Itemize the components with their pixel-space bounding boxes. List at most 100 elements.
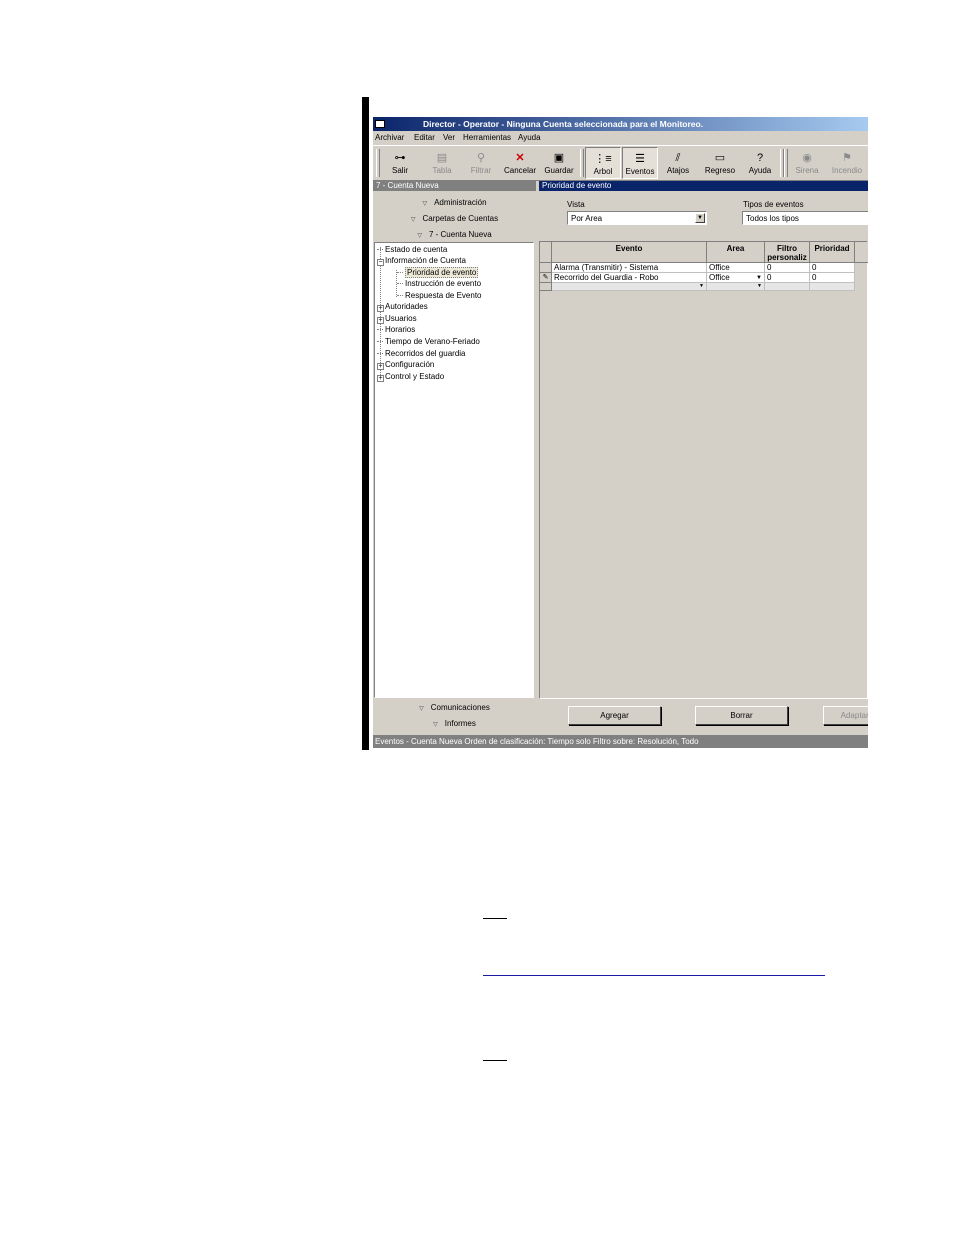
return-icon: ▭ xyxy=(714,152,726,164)
menu-bar: Archivar Editar Ver Herramientas Ayuda xyxy=(373,131,868,144)
chevron-down-icon: ▽ xyxy=(417,233,422,239)
tree-item-tiempo-de-verano-feriado[interactable]: Tiempo de Verano-Feriado xyxy=(377,337,480,346)
dropdown-arrow-icon[interactable]: ▼ xyxy=(756,273,762,282)
expand-icon[interactable]: + xyxy=(377,375,384,382)
chevron-down-icon: ▽ xyxy=(410,217,416,223)
event-types-label: Tipos de eventos xyxy=(743,200,804,209)
menu-ver[interactable]: Ver xyxy=(443,133,455,142)
cell-filtro-new[interactable] xyxy=(765,283,810,291)
add-button[interactable]: Agregar xyxy=(568,706,661,725)
cell-evento[interactable]: Alarma (Transmitir) - Sistema xyxy=(552,263,707,273)
tree-item-prioridad-de-evento[interactable]: Prioridad de evento xyxy=(397,267,479,278)
right-panel-header: Prioridad de evento xyxy=(539,181,868,191)
document-rule xyxy=(483,918,507,919)
help-icon: ? xyxy=(756,152,764,164)
toolbar-separator xyxy=(580,149,584,177)
tree-item-horarios[interactable]: Horarios xyxy=(377,325,415,334)
document-rule xyxy=(483,1060,507,1061)
dropdown-arrow-icon[interactable]: ▼ xyxy=(695,213,705,223)
cell-evento[interactable]: Recorrido del Guardia - Robo xyxy=(552,273,707,283)
cell-prioridad-new[interactable] xyxy=(810,283,855,291)
menu-ayuda[interactable]: Ayuda xyxy=(518,133,541,142)
collapse-icon[interactable]: − xyxy=(377,259,384,266)
column-header-area[interactable]: Area xyxy=(707,242,765,263)
adapt-button[interactable]: Adaptar p xyxy=(823,706,868,725)
row-selector[interactable] xyxy=(540,263,552,273)
row-selector[interactable] xyxy=(540,283,552,291)
column-header-prioridad[interactable]: Prioridad xyxy=(810,242,855,263)
shortcuts-icon: ⫽ xyxy=(675,152,681,164)
shortcuts-button[interactable]: ⫽ Atajos xyxy=(663,147,693,179)
dropdown-arrow-icon[interactable]: ▼ xyxy=(757,283,762,290)
cell-area[interactable]: Office ▼ xyxy=(707,273,765,283)
new-row[interactable]: ▼ ▼ xyxy=(540,283,868,291)
edit-pencil-icon[interactable]: ✎ xyxy=(540,273,552,283)
expand-icon[interactable]: + xyxy=(377,363,384,370)
page-change-bar xyxy=(362,97,369,750)
tree-item-control-y-estado[interactable]: + Control y Estado xyxy=(377,372,444,382)
toolbar-grip[interactable] xyxy=(376,149,380,177)
delete-button[interactable]: Borrar xyxy=(695,706,788,725)
tree-icon: ⋮≡ xyxy=(594,153,612,165)
column-header-filtro[interactable]: Filtro personaliz xyxy=(765,242,810,263)
fire-button[interactable]: ⚑ Incendio xyxy=(829,147,865,179)
chevron-down-icon: ▽ xyxy=(419,706,424,712)
cell-area[interactable]: Office xyxy=(707,263,765,273)
tree-item-configuracion[interactable]: + Configuración xyxy=(377,360,434,370)
nav-administracion[interactable]: ▽ Administración xyxy=(373,195,536,210)
menu-herramientas[interactable]: Herramientas xyxy=(463,133,511,142)
save-button[interactable]: ▣ Guardar xyxy=(542,147,576,179)
cell-filtro[interactable]: 0 xyxy=(765,273,810,283)
window-system-icon[interactable] xyxy=(375,120,385,128)
document-link-underline[interactable] xyxy=(483,975,825,976)
nav-comunicaciones[interactable]: ▽ Comunicaciones xyxy=(373,700,536,715)
tree-view-button[interactable]: ⋮≡ Arbol xyxy=(585,147,621,179)
status-bar: Eventos - Cuenta Nueva Orden de clasific… xyxy=(373,735,868,748)
expand-icon[interactable]: + xyxy=(377,305,384,312)
dropdown-arrow-icon[interactable]: ▼ xyxy=(699,283,704,290)
expand-icon[interactable]: + xyxy=(377,317,384,324)
table-button[interactable]: ▤ Tabla xyxy=(427,147,457,179)
events-button[interactable]: ☰ Eventos xyxy=(622,147,658,179)
menu-editar[interactable]: Editar xyxy=(414,133,435,142)
return-button[interactable]: ▭ Regreso xyxy=(702,147,738,179)
tree-item-usuarios[interactable]: + Usuarios xyxy=(377,314,417,324)
cell-filtro[interactable]: 0 xyxy=(765,263,810,273)
cell-evento-new[interactable]: ▼ xyxy=(552,283,707,291)
table-row[interactable]: ✎ Recorrido del Guardia - Robo Office ▼ … xyxy=(540,273,868,283)
toolbar-separator xyxy=(784,149,788,177)
vista-select[interactable]: Por Area ▼ xyxy=(567,211,707,225)
menu-archivar[interactable]: Archivar xyxy=(375,133,404,142)
tree-item-instruccion-de-evento[interactable]: Instrucción de evento xyxy=(397,279,481,288)
account-tree: Estado de cuenta − Información de Cuenta … xyxy=(374,242,534,698)
row-selector-header xyxy=(540,242,552,263)
tree-item-estado-de-cuenta[interactable]: Estado de cuenta xyxy=(377,245,447,254)
cell-prioridad[interactable]: 0 xyxy=(810,263,855,273)
nav-cuenta-nueva[interactable]: ▽ 7 - Cuenta Nueva xyxy=(373,227,536,242)
cancel-icon: ✕ xyxy=(515,152,525,164)
cancel-button[interactable]: ✕ Cancelar xyxy=(502,147,538,179)
nav-carpetas-de-cuentas[interactable]: ▽ Carpetas de Cuentas xyxy=(373,211,536,226)
events-icon: ☰ xyxy=(635,153,645,165)
help-button[interactable]: ? Ayuda xyxy=(745,147,775,179)
filter-button[interactable]: ⚲ Filtrar xyxy=(466,147,496,179)
tree-item-autoridades[interactable]: + Autoridades xyxy=(377,302,428,312)
window-title: Director - Operator - Ninguna Cuenta sel… xyxy=(423,119,704,129)
exit-button[interactable]: ⊶ Salir xyxy=(385,147,415,179)
chevron-down-icon: ▽ xyxy=(433,722,438,728)
tree-item-respuesta-de-evento[interactable]: Respuesta de Evento xyxy=(397,291,482,300)
event-types-select[interactable]: Todos los tipos xyxy=(742,211,868,225)
tree-item-recorridos-del-guardia[interactable]: Recorridos del guardia xyxy=(377,349,466,358)
column-header-extra[interactable] xyxy=(855,242,868,263)
nav-informes[interactable]: ▽ Informes xyxy=(373,716,536,731)
filter-icon: ⚲ xyxy=(476,152,486,164)
table-icon: ▤ xyxy=(436,152,448,164)
column-header-evento[interactable]: Evento xyxy=(552,242,707,263)
table-row[interactable]: Alarma (Transmitir) - Sistema Office 0 0 xyxy=(540,263,868,273)
save-icon: ▣ xyxy=(553,152,565,164)
cell-prioridad[interactable]: 0 xyxy=(810,273,855,283)
siren-button[interactable]: ◉ Sirena xyxy=(791,147,823,179)
key-icon: ⊶ xyxy=(394,152,406,164)
cell-area-new[interactable]: ▼ xyxy=(707,283,765,291)
tree-item-informacion-de-cuenta[interactable]: − Información de Cuenta xyxy=(377,256,466,266)
